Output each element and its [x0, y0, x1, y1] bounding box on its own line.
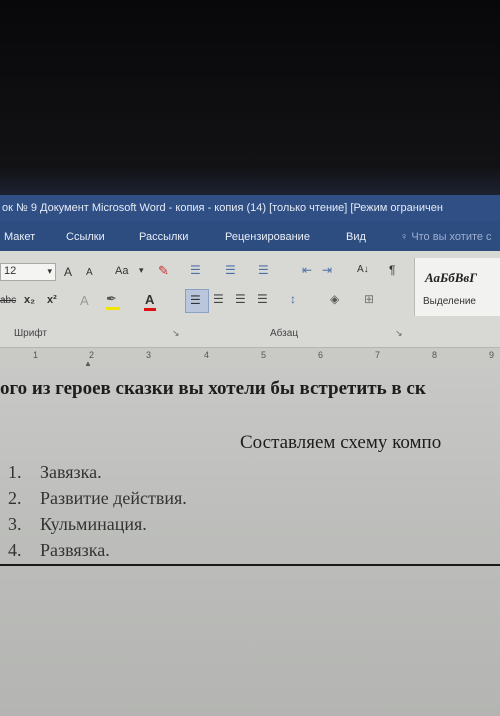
page-edge-line	[0, 564, 500, 566]
chevron-down-icon: ▾	[139, 265, 144, 275]
tab-layout[interactable]: Макет	[4, 231, 35, 243]
sort-button[interactable]: A↓	[357, 264, 369, 275]
clear-formatting-icon[interactable]: ✎	[158, 263, 169, 279]
text-effects-icon[interactable]: A	[80, 293, 89, 308]
select-button[interactable]: Выделение	[423, 296, 476, 307]
ruler-number: 9	[489, 350, 495, 360]
window-title-bar: ок № 9 Документ Microsoft Word - копия -…	[0, 195, 500, 221]
document-heading: Составляем схему компо	[240, 432, 442, 453]
tell-me-search[interactable]: ♀ Что вы хотите с	[400, 231, 492, 243]
font-color-swatch	[144, 308, 156, 311]
styles-gallery[interactable]: АаБбВвГ Выделение	[414, 258, 500, 316]
line-spacing-icon[interactable]: ↕	[290, 292, 296, 306]
paragraph-group-label: Абзац	[270, 328, 299, 339]
ruler-number: 5	[261, 350, 267, 360]
paragraph-dialog-launcher-icon[interactable]: ↘	[395, 328, 403, 339]
list-number: 2.	[8, 488, 22, 508]
highlight-color-swatch	[106, 307, 120, 310]
align-center-icon[interactable]: ☰	[213, 292, 224, 306]
numbering-icon[interactable]: ☰	[225, 263, 236, 277]
tab-review[interactable]: Рецензирование	[225, 231, 310, 243]
horizontal-ruler[interactable]: 1 2 3 4 5 6 7 8 9 ▲	[0, 347, 500, 368]
ruler-number: 7	[375, 350, 381, 360]
strikethrough-button[interactable]: abc	[0, 295, 16, 306]
increase-indent-icon[interactable]: ⇥	[322, 263, 332, 277]
decrease-indent-icon[interactable]: ⇤	[302, 263, 312, 277]
question-line: ого из героев сказки вы хотели бы встрет…	[0, 378, 426, 399]
justify-icon[interactable]: ☰	[257, 292, 268, 306]
list-text: Развитие действия.	[40, 488, 187, 508]
list-item: 4. Развязка.	[8, 540, 110, 561]
font-color-button[interactable]: A	[145, 292, 154, 307]
ribbon-tab-bar: Макет Ссылки Рассылки Рецензирование Вид…	[0, 221, 500, 251]
document-page[interactable]: ого из героев сказки вы хотели бы встрет…	[0, 366, 500, 716]
list-text: Развязка.	[40, 540, 110, 560]
highlight-icon[interactable]: ✒	[106, 291, 117, 307]
bullets-icon[interactable]: ☰	[190, 263, 201, 277]
tab-references[interactable]: Ссылки	[66, 231, 105, 243]
grow-font-button[interactable]: A	[64, 265, 72, 279]
list-number: 4.	[8, 540, 22, 560]
multilevel-list-icon[interactable]: ☰	[258, 263, 269, 277]
ruler-number: 8	[432, 350, 438, 360]
align-left-button[interactable]: ☰	[185, 289, 209, 313]
subscript-button[interactable]: x₂	[24, 294, 35, 306]
monitor-bezel-background	[0, 0, 500, 195]
list-item: 1. Завязка.	[8, 462, 102, 483]
list-text: Завязка.	[40, 462, 102, 482]
ruler-number: 6	[318, 350, 324, 360]
list-item: 2. Развитие действия.	[8, 488, 187, 509]
change-case-button[interactable]: Aa	[115, 265, 128, 277]
tab-view[interactable]: Вид	[346, 231, 366, 243]
ruler-number: 4	[204, 350, 210, 360]
borders-icon[interactable]: ⊞	[364, 292, 374, 306]
superscript-button[interactable]: x²	[47, 294, 57, 306]
tell-me-text: Что вы хотите с	[411, 231, 492, 243]
show-marks-button[interactable]: ¶	[389, 263, 395, 277]
shading-icon[interactable]: ◈	[330, 292, 339, 306]
chevron-down-icon: ▾	[47, 266, 52, 276]
style-sample[interactable]: АаБбВвГ	[425, 270, 477, 286]
list-number: 1.	[8, 462, 22, 482]
lightbulb-icon: ♀	[400, 231, 409, 243]
ruler-number: 3	[146, 350, 152, 360]
align-left-icon: ☰	[190, 293, 201, 307]
align-right-icon[interactable]: ☰	[235, 292, 246, 306]
list-text: Кульминация.	[40, 514, 147, 534]
shrink-font-button[interactable]: A	[86, 267, 93, 278]
list-number: 3.	[8, 514, 22, 534]
window-title: ок № 9 Документ Microsoft Word - копия -…	[2, 202, 443, 214]
font-group-label: Шрифт	[14, 328, 47, 339]
tab-mailings[interactable]: Рассылки	[139, 231, 188, 243]
font-size-select[interactable]: 12 ▾	[0, 263, 56, 281]
ruler-number: 1	[33, 350, 39, 360]
font-size-value: 12	[4, 265, 17, 277]
font-dialog-launcher-icon[interactable]: ↘	[172, 328, 180, 339]
list-item: 3. Кульминация.	[8, 514, 147, 535]
ribbon-home: 12 ▾ A A Aa ▾ ✎ ☰ ☰ ☰ ⇤ ⇥ A↓ ¶ abc x₂ x²…	[0, 251, 500, 347]
